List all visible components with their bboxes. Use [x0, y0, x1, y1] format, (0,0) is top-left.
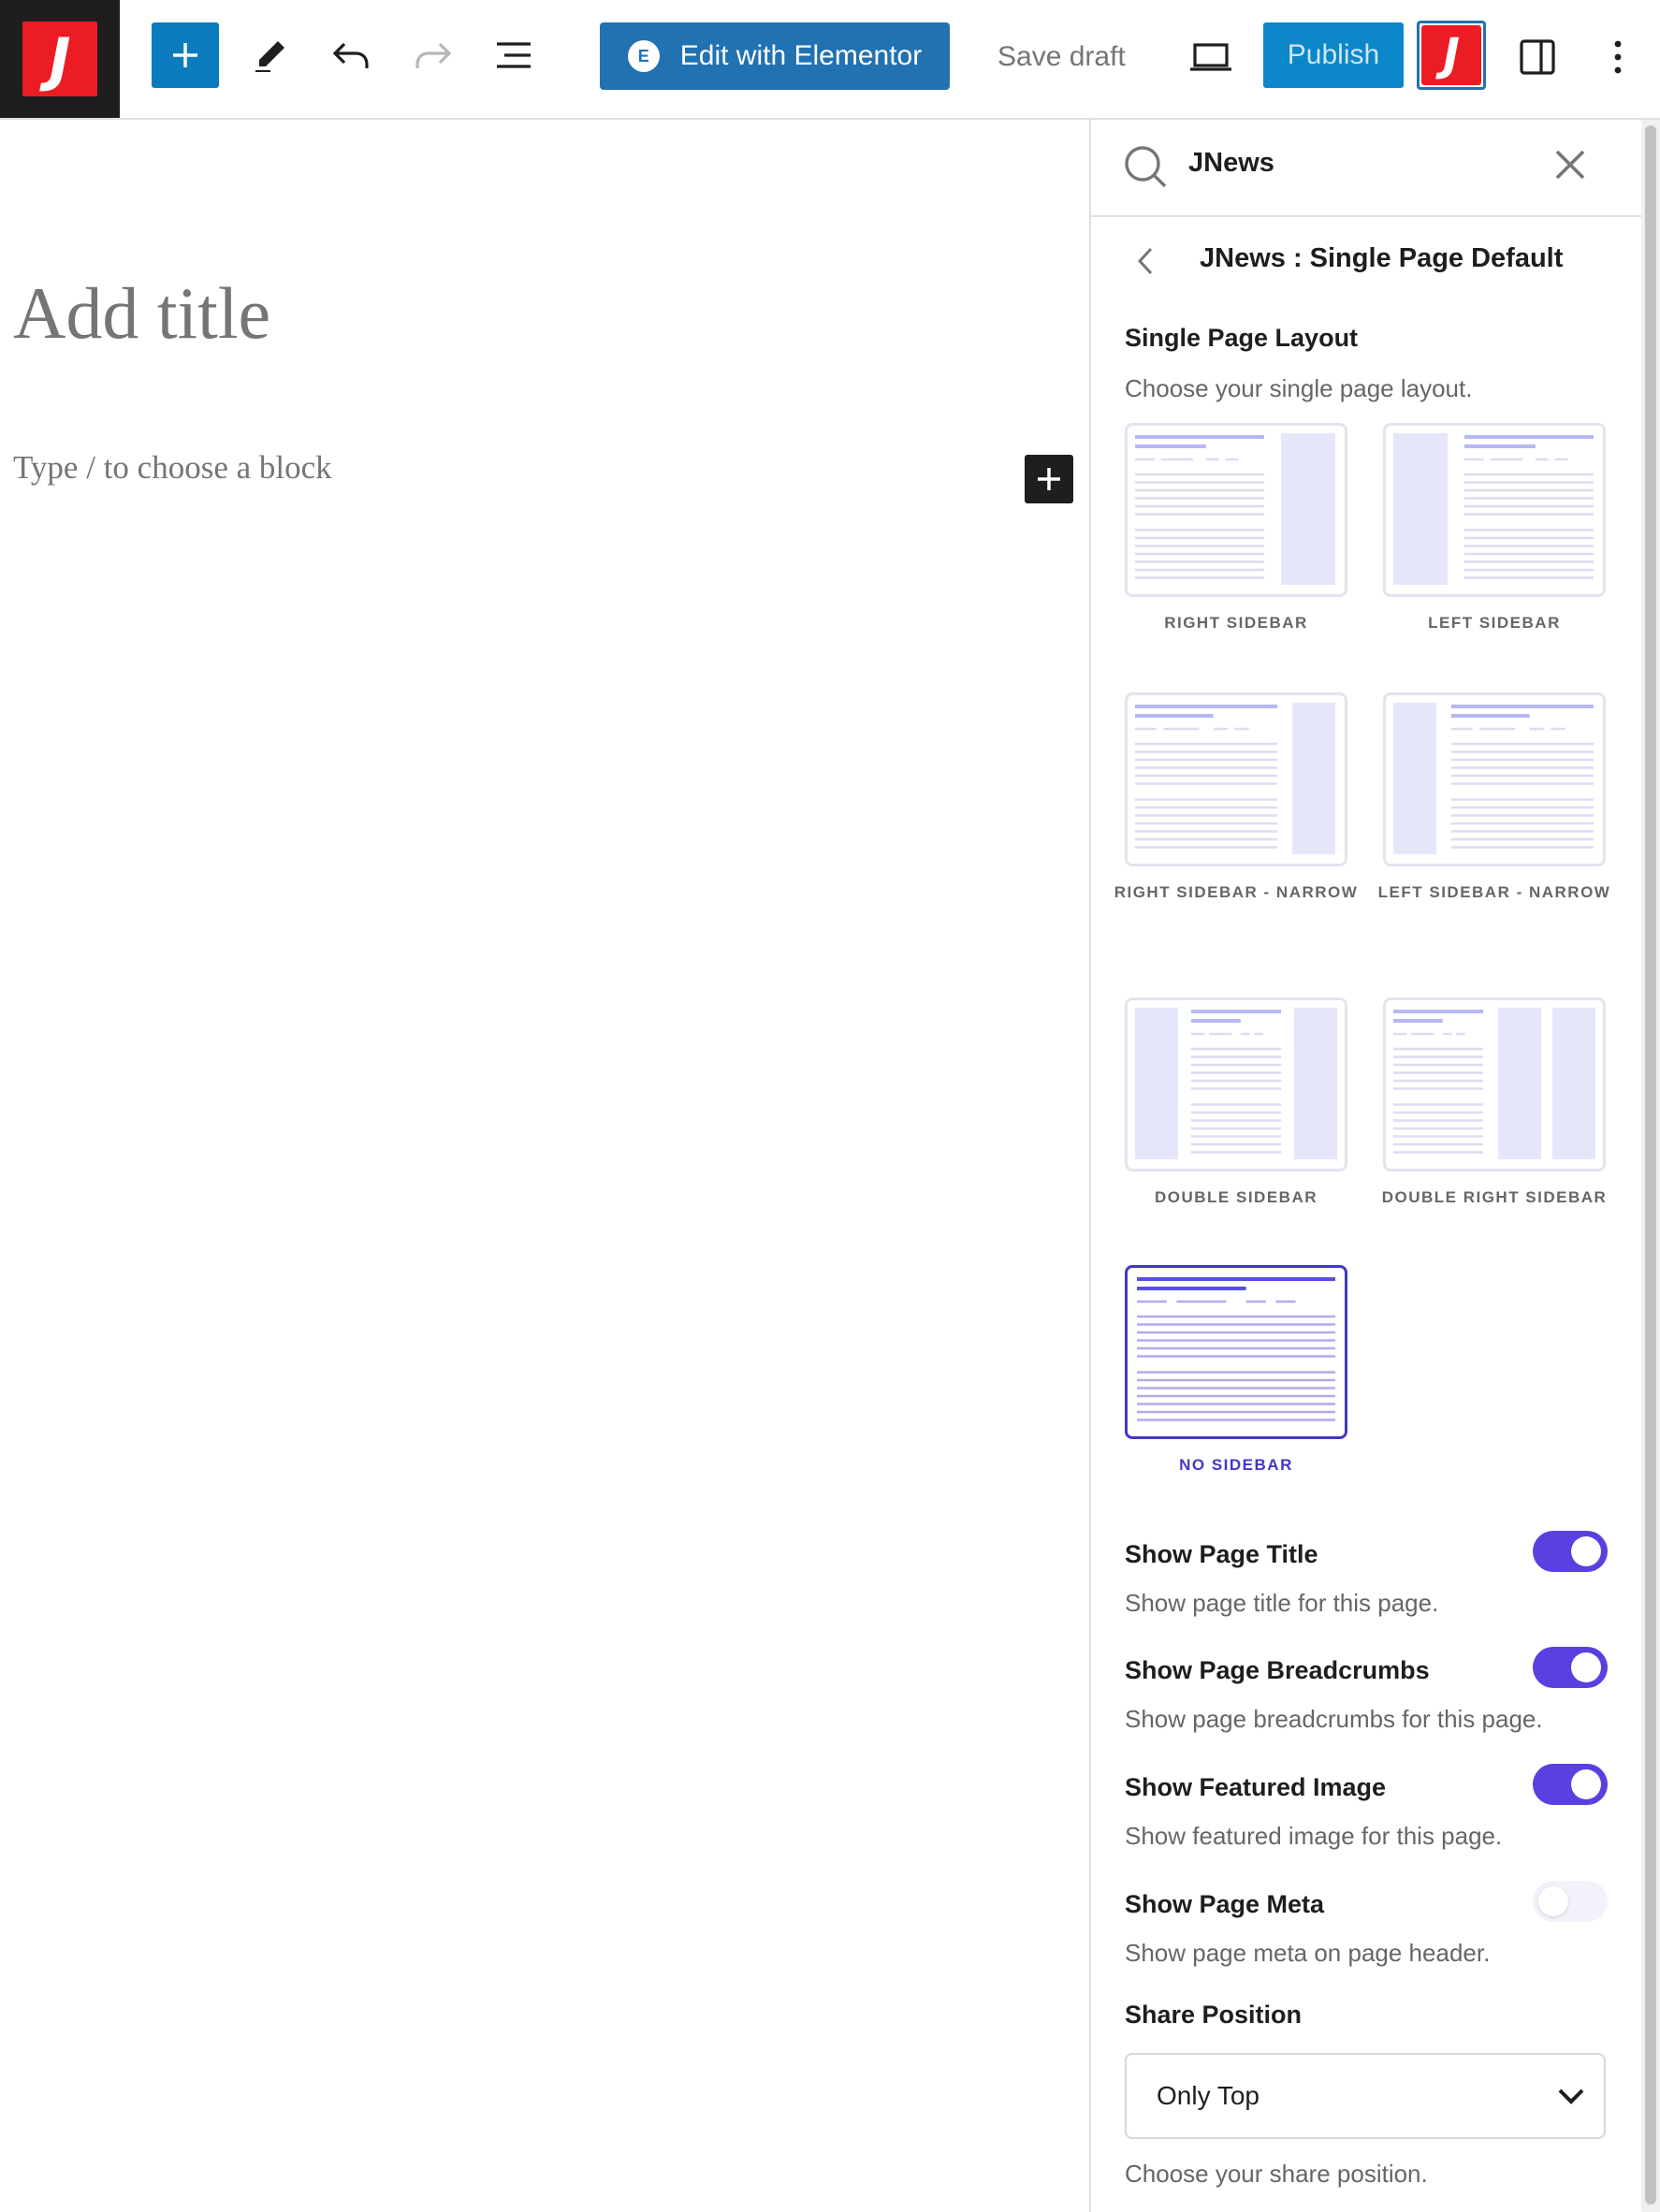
- layout-caption-double-right: DOUBLE RIGHT SIDEBAR: [1381, 1188, 1608, 1206]
- undo-icon: [332, 42, 369, 68]
- layout-option-left-narrow[interactable]: [1383, 692, 1606, 866]
- more-options-icon: [1614, 40, 1622, 74]
- show-featured-image-toggle[interactable]: [1533, 1764, 1608, 1805]
- settings-panel-icon: [1520, 39, 1555, 75]
- panel-header: JNews : Single Page Default: [1091, 234, 1643, 286]
- preview-button[interactable]: [1188, 34, 1233, 80]
- chevron-left-icon[interactable]: [1132, 245, 1158, 277]
- layout-thumbnail-left: [1393, 433, 1594, 585]
- jnews-sidebar-panel: JNews JNews : Single Page Default Single…: [1089, 120, 1643, 2212]
- sidebar-scrollbar-thumb[interactable]: [1645, 125, 1656, 2205]
- elementor-button-label: Edit with Elementor: [679, 40, 923, 71]
- desktop-preview-icon: [1190, 43, 1231, 71]
- search-icon: [1125, 146, 1167, 188]
- layout-thumbnail-right: [1135, 433, 1335, 585]
- editor-toolbar: J E Edit with Elementor Save draft Publi…: [0, 0, 1660, 120]
- layout-caption-right: RIGHT SIDEBAR: [1164, 614, 1308, 632]
- undo-button[interactable]: [328, 32, 374, 79]
- layout-caption-right-narrow: RIGHT SIDEBAR - NARROW: [1114, 883, 1359, 901]
- close-icon[interactable]: [1553, 148, 1587, 182]
- block-placeholder[interactable]: Type / to choose a block: [13, 449, 332, 487]
- layout-section-label: Single Page Layout: [1125, 324, 1359, 352]
- show-page-breadcrumbs-label: Show Page Breadcrumbs: [1125, 1656, 1430, 1684]
- layout-thumbnail-double-right: [1393, 1008, 1595, 1159]
- share-position-label: Share Position: [1125, 2001, 1303, 2029]
- show-page-meta-toggle[interactable]: [1533, 1881, 1608, 1922]
- plus-icon: [1038, 468, 1060, 490]
- layout-caption-left-narrow: LEFT SIDEBAR - NARROW: [1377, 883, 1611, 901]
- edit-with-elementor-button[interactable]: E Edit with Elementor: [600, 22, 950, 90]
- show-page-meta-label: Show Page Meta: [1125, 1890, 1325, 1918]
- options-menu-button[interactable]: [1594, 34, 1641, 80]
- show-featured-image-description: Show featured image for this page.: [1125, 1822, 1503, 1850]
- publish-button[interactable]: Publish: [1263, 22, 1404, 88]
- layout-option-double[interactable]: [1125, 997, 1347, 1171]
- share-position-description: Choose your share position.: [1125, 2160, 1428, 2188]
- layout-thumbnail-left-narrow: [1393, 703, 1594, 854]
- list-view-icon: [497, 42, 531, 68]
- show-page-title-label: Show Page Title: [1125, 1540, 1318, 1568]
- layout-option-right[interactable]: [1125, 423, 1347, 597]
- layout-caption-left: LEFT SIDEBAR: [1428, 614, 1561, 632]
- plus-icon: [173, 43, 197, 67]
- show-page-breadcrumbs-toggle[interactable]: [1533, 1647, 1608, 1688]
- show-page-title-description: Show page title for this page.: [1125, 1589, 1439, 1617]
- site-logo-button[interactable]: J: [0, 0, 120, 118]
- layout-thumbnail-right-narrow: [1135, 703, 1335, 854]
- layout-thumbnail-none: [1137, 1277, 1335, 1421]
- redo-button[interactable]: [410, 32, 457, 79]
- settings-panel-button[interactable]: [1514, 34, 1561, 80]
- show-page-title-toggle[interactable]: [1533, 1531, 1608, 1572]
- search-input[interactable]: JNews: [1188, 148, 1274, 179]
- show-featured-image-label: Show Featured Image: [1125, 1773, 1387, 1801]
- layout-option-right-narrow[interactable]: [1125, 692, 1347, 866]
- list-view-button[interactable]: [490, 32, 537, 79]
- show-page-breadcrumbs-description: Show page breadcrumbs for this page.: [1125, 1705, 1543, 1733]
- add-block-button[interactable]: [152, 22, 219, 88]
- layout-thumbnail-double: [1135, 1008, 1337, 1159]
- inline-add-block-button[interactable]: [1025, 455, 1073, 503]
- panel-title: JNews : Single Page Default: [1200, 243, 1564, 273]
- layout-option-left[interactable]: [1383, 423, 1606, 597]
- share-position-select[interactable]: Only Top: [1125, 2053, 1606, 2139]
- layout-option-none[interactable]: [1125, 1265, 1347, 1439]
- editor-canvas: Add title Type / to choose a block: [0, 120, 1089, 2212]
- layout-section-description: Choose your single page layout.: [1125, 374, 1473, 402]
- layout-caption-double: DOUBLE SIDEBAR: [1154, 1188, 1318, 1206]
- toggle-knob: [1571, 1652, 1601, 1682]
- pencil-icon: [255, 41, 284, 72]
- layout-option-double-right[interactable]: [1383, 997, 1606, 1171]
- share-position-value: Only Top: [1157, 2081, 1260, 2110]
- jnews-settings-button[interactable]: J: [1417, 21, 1486, 90]
- post-title-input[interactable]: Add title: [13, 271, 270, 356]
- jnews-icon: J: [1421, 25, 1481, 85]
- show-page-meta-description: Show page meta on page header.: [1125, 1939, 1491, 1967]
- toggle-knob: [1571, 1769, 1601, 1799]
- sidebar-search-bar: JNews: [1091, 120, 1643, 217]
- toggle-knob: [1571, 1536, 1601, 1566]
- elementor-icon: E: [627, 40, 660, 72]
- redo-icon: [415, 42, 452, 68]
- save-draft-button[interactable]: Save draft: [997, 28, 1126, 86]
- jnews-logo: J: [22, 22, 97, 96]
- tools-button[interactable]: [247, 32, 294, 79]
- chevron-down-icon: [1558, 2088, 1584, 2104]
- toggle-knob: [1538, 1886, 1568, 1916]
- layout-caption-none: NO SIDEBAR: [1179, 1456, 1293, 1474]
